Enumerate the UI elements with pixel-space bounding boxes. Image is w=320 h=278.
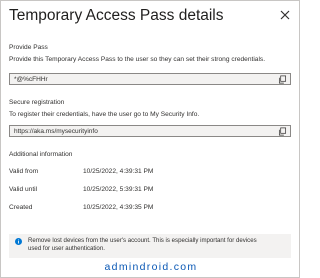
info-message-bar: Remove lost devices from the user's acco… xyxy=(9,234,291,258)
created-label: Created xyxy=(9,204,33,211)
pass-input[interactable] xyxy=(14,74,269,84)
provide-pass-description: Provide this Temporary Access Pass to th… xyxy=(9,56,266,63)
valid-until-value: 10/25/2022, 5:39:31 PM xyxy=(83,186,154,193)
additional-information-label: Additional information xyxy=(9,151,73,158)
security-info-url-field xyxy=(9,125,291,137)
copy-icon[interactable] xyxy=(278,127,287,136)
secure-registration-label: Secure registration xyxy=(9,99,65,106)
close-icon[interactable] xyxy=(279,9,291,21)
secure-registration-description: To register their credentials, have the … xyxy=(9,111,200,118)
info-message-line-1: Remove lost devices from the user's acco… xyxy=(28,237,257,244)
pass-field xyxy=(9,73,291,85)
info-icon xyxy=(15,238,22,245)
valid-from-value: 10/25/2022, 4:39:31 PM xyxy=(83,168,154,175)
panel-header: Temporary Access Pass details xyxy=(9,6,291,26)
copy-icon[interactable] xyxy=(278,75,287,84)
valid-until-label: Valid until xyxy=(9,186,38,193)
tap-details-panel: Temporary Access Pass details Provide Pa… xyxy=(0,0,300,278)
security-info-url-input[interactable] xyxy=(14,126,269,136)
info-message-line-2: used for user authentication. xyxy=(28,245,105,252)
provide-pass-label: Provide Pass xyxy=(9,44,48,51)
watermark-text: admindroid.com xyxy=(104,261,198,273)
valid-from-label: Valid from xyxy=(9,168,39,175)
created-value: 10/25/2022, 4:39:35 PM xyxy=(83,204,154,211)
panel-title: Temporary Access Pass details xyxy=(9,7,224,24)
